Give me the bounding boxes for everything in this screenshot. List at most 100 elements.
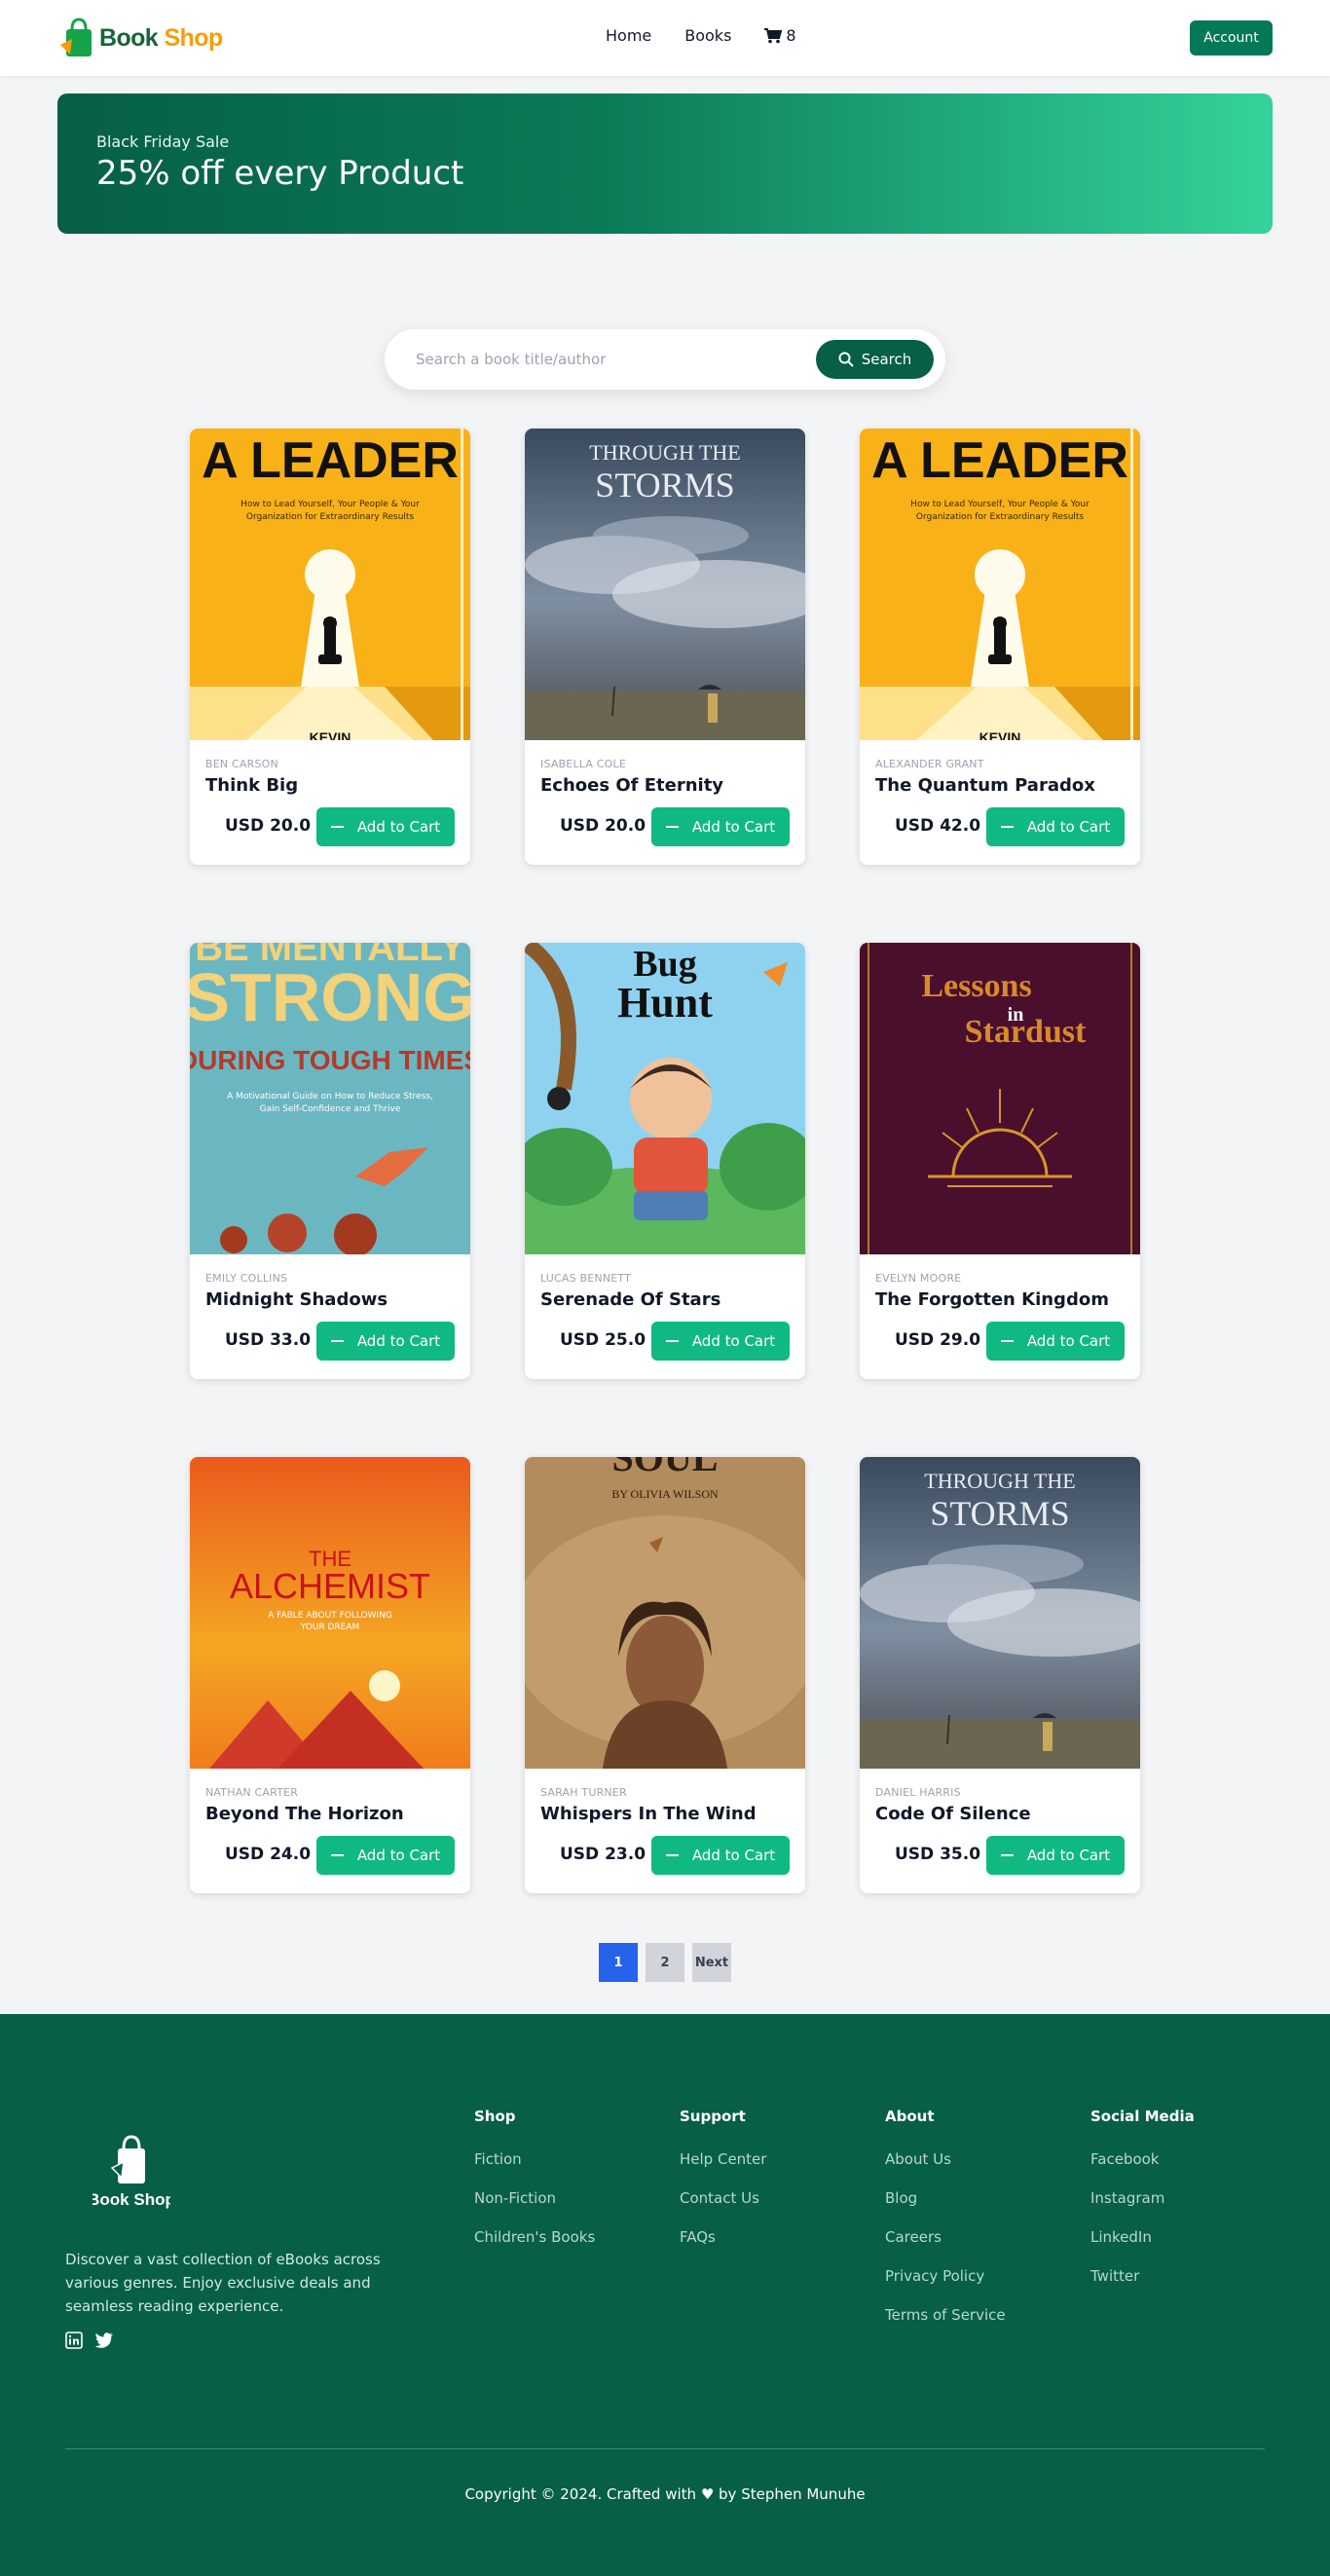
add-to-cart-button[interactable]: Add to Cart (316, 1322, 455, 1361)
minus-icon (330, 1854, 344, 1856)
svg-text:Lessons: Lessons (921, 968, 1031, 1004)
book-title[interactable]: Midnight Shadows (205, 1289, 388, 1310)
book-cover[interactable]: THE ALCHEMIST A FABLE ABOUT FOLLOWING YO… (190, 1457, 470, 1769)
footer-link-linkedin[interactable]: LinkedIn (1090, 2228, 1195, 2267)
footer-link-fiction[interactable]: Fiction (474, 2150, 595, 2189)
book-price: USD 23.0 (560, 1845, 647, 1864)
book-card[interactable]: A LEADER How to Lead Yourself, Your Peop… (860, 429, 1140, 865)
svg-text:A Motivational Guide on How to: A Motivational Guide on How to Reduce St… (227, 1092, 433, 1101)
book-card[interactable]: THE ALCHEMIST A FABLE ABOUT FOLLOWING YO… (190, 1457, 470, 1893)
footer-link-faqs[interactable]: FAQs (680, 2228, 766, 2267)
book-author: LUCAS BENNETT (540, 1272, 632, 1285)
book-title[interactable]: The Quantum Paradox (875, 775, 1095, 796)
book-card[interactable]: THROUGH THE STORMS DANIEL HARRIS Code Of … (860, 1457, 1140, 1893)
book-cover-leader: A LEADER How to Lead Yourself, Your Peop… (860, 429, 1140, 740)
book-cover-soul: SOUL BY OLIVIA WILSON (525, 1457, 805, 1769)
footer-heading-shop: Shop (474, 2108, 516, 2125)
footer-link-contact-us[interactable]: Contact Us (680, 2189, 766, 2228)
book-price: USD 33.0 (225, 1330, 312, 1350)
svg-text:SOUL: SOUL (612, 1457, 719, 1479)
logo[interactable]: Book Shop (58, 15, 223, 61)
footer-link-instagram[interactable]: Instagram (1090, 2189, 1195, 2228)
add-to-cart-label: Add to Cart (691, 1332, 776, 1350)
book-cover[interactable]: THROUGH THE STORMS (525, 429, 805, 740)
next-page-button[interactable]: Next (692, 1943, 731, 1982)
book-title[interactable]: The Forgotten Kingdom (875, 1289, 1109, 1310)
add-to-cart-button[interactable]: Add to Cart (316, 807, 455, 846)
book-cover-bughunt: Bug Hunt (525, 943, 805, 1254)
book-cover[interactable]: SOUL BY OLIVIA WILSON (525, 1457, 805, 1769)
nav-home[interactable]: Home (606, 26, 651, 45)
footer-link-blog[interactable]: Blog (885, 2189, 1006, 2228)
svg-text:YOUR DREAM: YOUR DREAM (300, 1623, 360, 1632)
search-input[interactable] (416, 347, 786, 372)
book-card[interactable]: Lessons in Stardust EVELYN MOORE The Forg… (860, 943, 1140, 1379)
add-to-cart-label: Add to Cart (691, 818, 776, 836)
footer-column-about: About About Us Blog Careers Privacy Poli… (885, 2108, 1006, 2345)
book-title[interactable]: Think Big (205, 775, 298, 796)
book-cover-strong: BE MENTALLY STRONG DURING TOUGH TIMES A … (190, 943, 470, 1254)
add-to-cart-label: Add to Cart (356, 818, 441, 836)
search-button-label: Search (861, 351, 912, 368)
account-button[interactable]: Account (1190, 20, 1273, 56)
book-author: EMILY COLLINS (205, 1272, 288, 1285)
svg-text:Organization for Extraordinary: Organization for Extraordinary Results (246, 512, 415, 522)
footer-link-about-us[interactable]: About Us (885, 2150, 1006, 2189)
svg-text:Organization for Extraordinary: Organization for Extraordinary Results (916, 512, 1085, 522)
twitter-icon[interactable] (94, 2332, 114, 2349)
svg-text:ALCHEMIST: ALCHEMIST (230, 1566, 430, 1606)
book-title[interactable]: Whispers In The Wind (540, 1804, 757, 1824)
book-price: USD 24.0 (225, 1845, 312, 1864)
add-to-cart-button[interactable]: Add to Cart (986, 1836, 1125, 1875)
footer-heading-support: Support (680, 2108, 746, 2125)
book-cover[interactable]: A LEADER How to Lead Yourself, Your Peop… (860, 429, 1140, 740)
book-title[interactable]: Beyond The Horizon (205, 1804, 404, 1824)
minus-icon (1000, 826, 1014, 828)
page-2-button[interactable]: 2 (646, 1943, 684, 1982)
cart-link[interactable]: 8 (764, 26, 796, 45)
book-card[interactable]: A LEADER How to Lead Yourself, Your Peop… (190, 429, 470, 865)
add-to-cart-button[interactable]: Add to Cart (651, 1322, 790, 1361)
add-to-cart-button[interactable]: Add to Cart (651, 807, 790, 846)
book-cover[interactable]: THROUGH THE STORMS (860, 1457, 1140, 1769)
book-author: BEN CARSON (205, 758, 278, 770)
book-card[interactable]: Bug Hunt LUCAS BENNETT Serenade Of Stars U… (525, 943, 805, 1379)
book-title[interactable]: Echoes Of Eternity (540, 775, 723, 796)
search-button[interactable]: Search (816, 340, 934, 379)
svg-text:STORMS: STORMS (595, 466, 734, 504)
footer-link-careers[interactable]: Careers (885, 2228, 1006, 2267)
footer-link-privacy-policy[interactable]: Privacy Policy (885, 2267, 1006, 2306)
footer-link-help-center[interactable]: Help Center (680, 2150, 766, 2189)
footer-link-terms-of-service[interactable]: Terms of Service (885, 2306, 1006, 2345)
book-price: USD 20.0 (560, 816, 647, 836)
add-to-cart-button[interactable]: Add to Cart (986, 807, 1125, 846)
book-author: SARAH TURNER (540, 1786, 627, 1799)
book-card[interactable]: SOUL BY OLIVIA WILSON SARAH TURNER Whispe… (525, 1457, 805, 1893)
footer-link-non-fiction[interactable]: Non-Fiction (474, 2189, 595, 2228)
book-card[interactable]: THROUGH THE STORMS ISABELLA COLE Echoes O… (525, 429, 805, 865)
footer-social-icons (65, 2332, 126, 2349)
minus-icon (665, 1854, 679, 1856)
footer-link-twitter[interactable]: Twitter (1090, 2267, 1195, 2306)
book-title[interactable]: Code Of Silence (875, 1804, 1031, 1824)
book-cover[interactable]: BE MENTALLY STRONG DURING TOUGH TIMES A … (190, 943, 470, 1254)
footer-heading-social-media: Social Media (1090, 2108, 1195, 2125)
book-cover[interactable]: Lessons in Stardust (860, 943, 1140, 1254)
book-cover[interactable]: A LEADER How to Lead Yourself, Your Peop… (190, 429, 470, 740)
book-cover[interactable]: Bug Hunt (525, 943, 805, 1254)
linkedin-icon[interactable] (65, 2332, 83, 2349)
add-to-cart-button[interactable]: Add to Cart (316, 1836, 455, 1875)
book-price: USD 42.0 (895, 816, 981, 836)
page-1-button[interactable]: 1 (599, 1943, 638, 1982)
minus-icon (665, 826, 679, 828)
book-card[interactable]: BE MENTALLY STRONG DURING TOUGH TIMES A … (190, 943, 470, 1379)
add-to-cart-button[interactable]: Add to Cart (651, 1836, 790, 1875)
minus-icon (330, 826, 344, 828)
nav-books[interactable]: Books (684, 26, 731, 45)
footer-link-childrens-books[interactable]: Children's Books (474, 2228, 595, 2267)
add-to-cart-button[interactable]: Add to Cart (986, 1322, 1125, 1361)
top-nav-bar: Book Shop Home Books 8 Account (0, 0, 1330, 76)
footer-column-social-media: Social Media Facebook Instagram LinkedIn… (1090, 2108, 1195, 2306)
book-title[interactable]: Serenade Of Stars (540, 1289, 720, 1310)
footer-link-facebook[interactable]: Facebook (1090, 2150, 1195, 2189)
